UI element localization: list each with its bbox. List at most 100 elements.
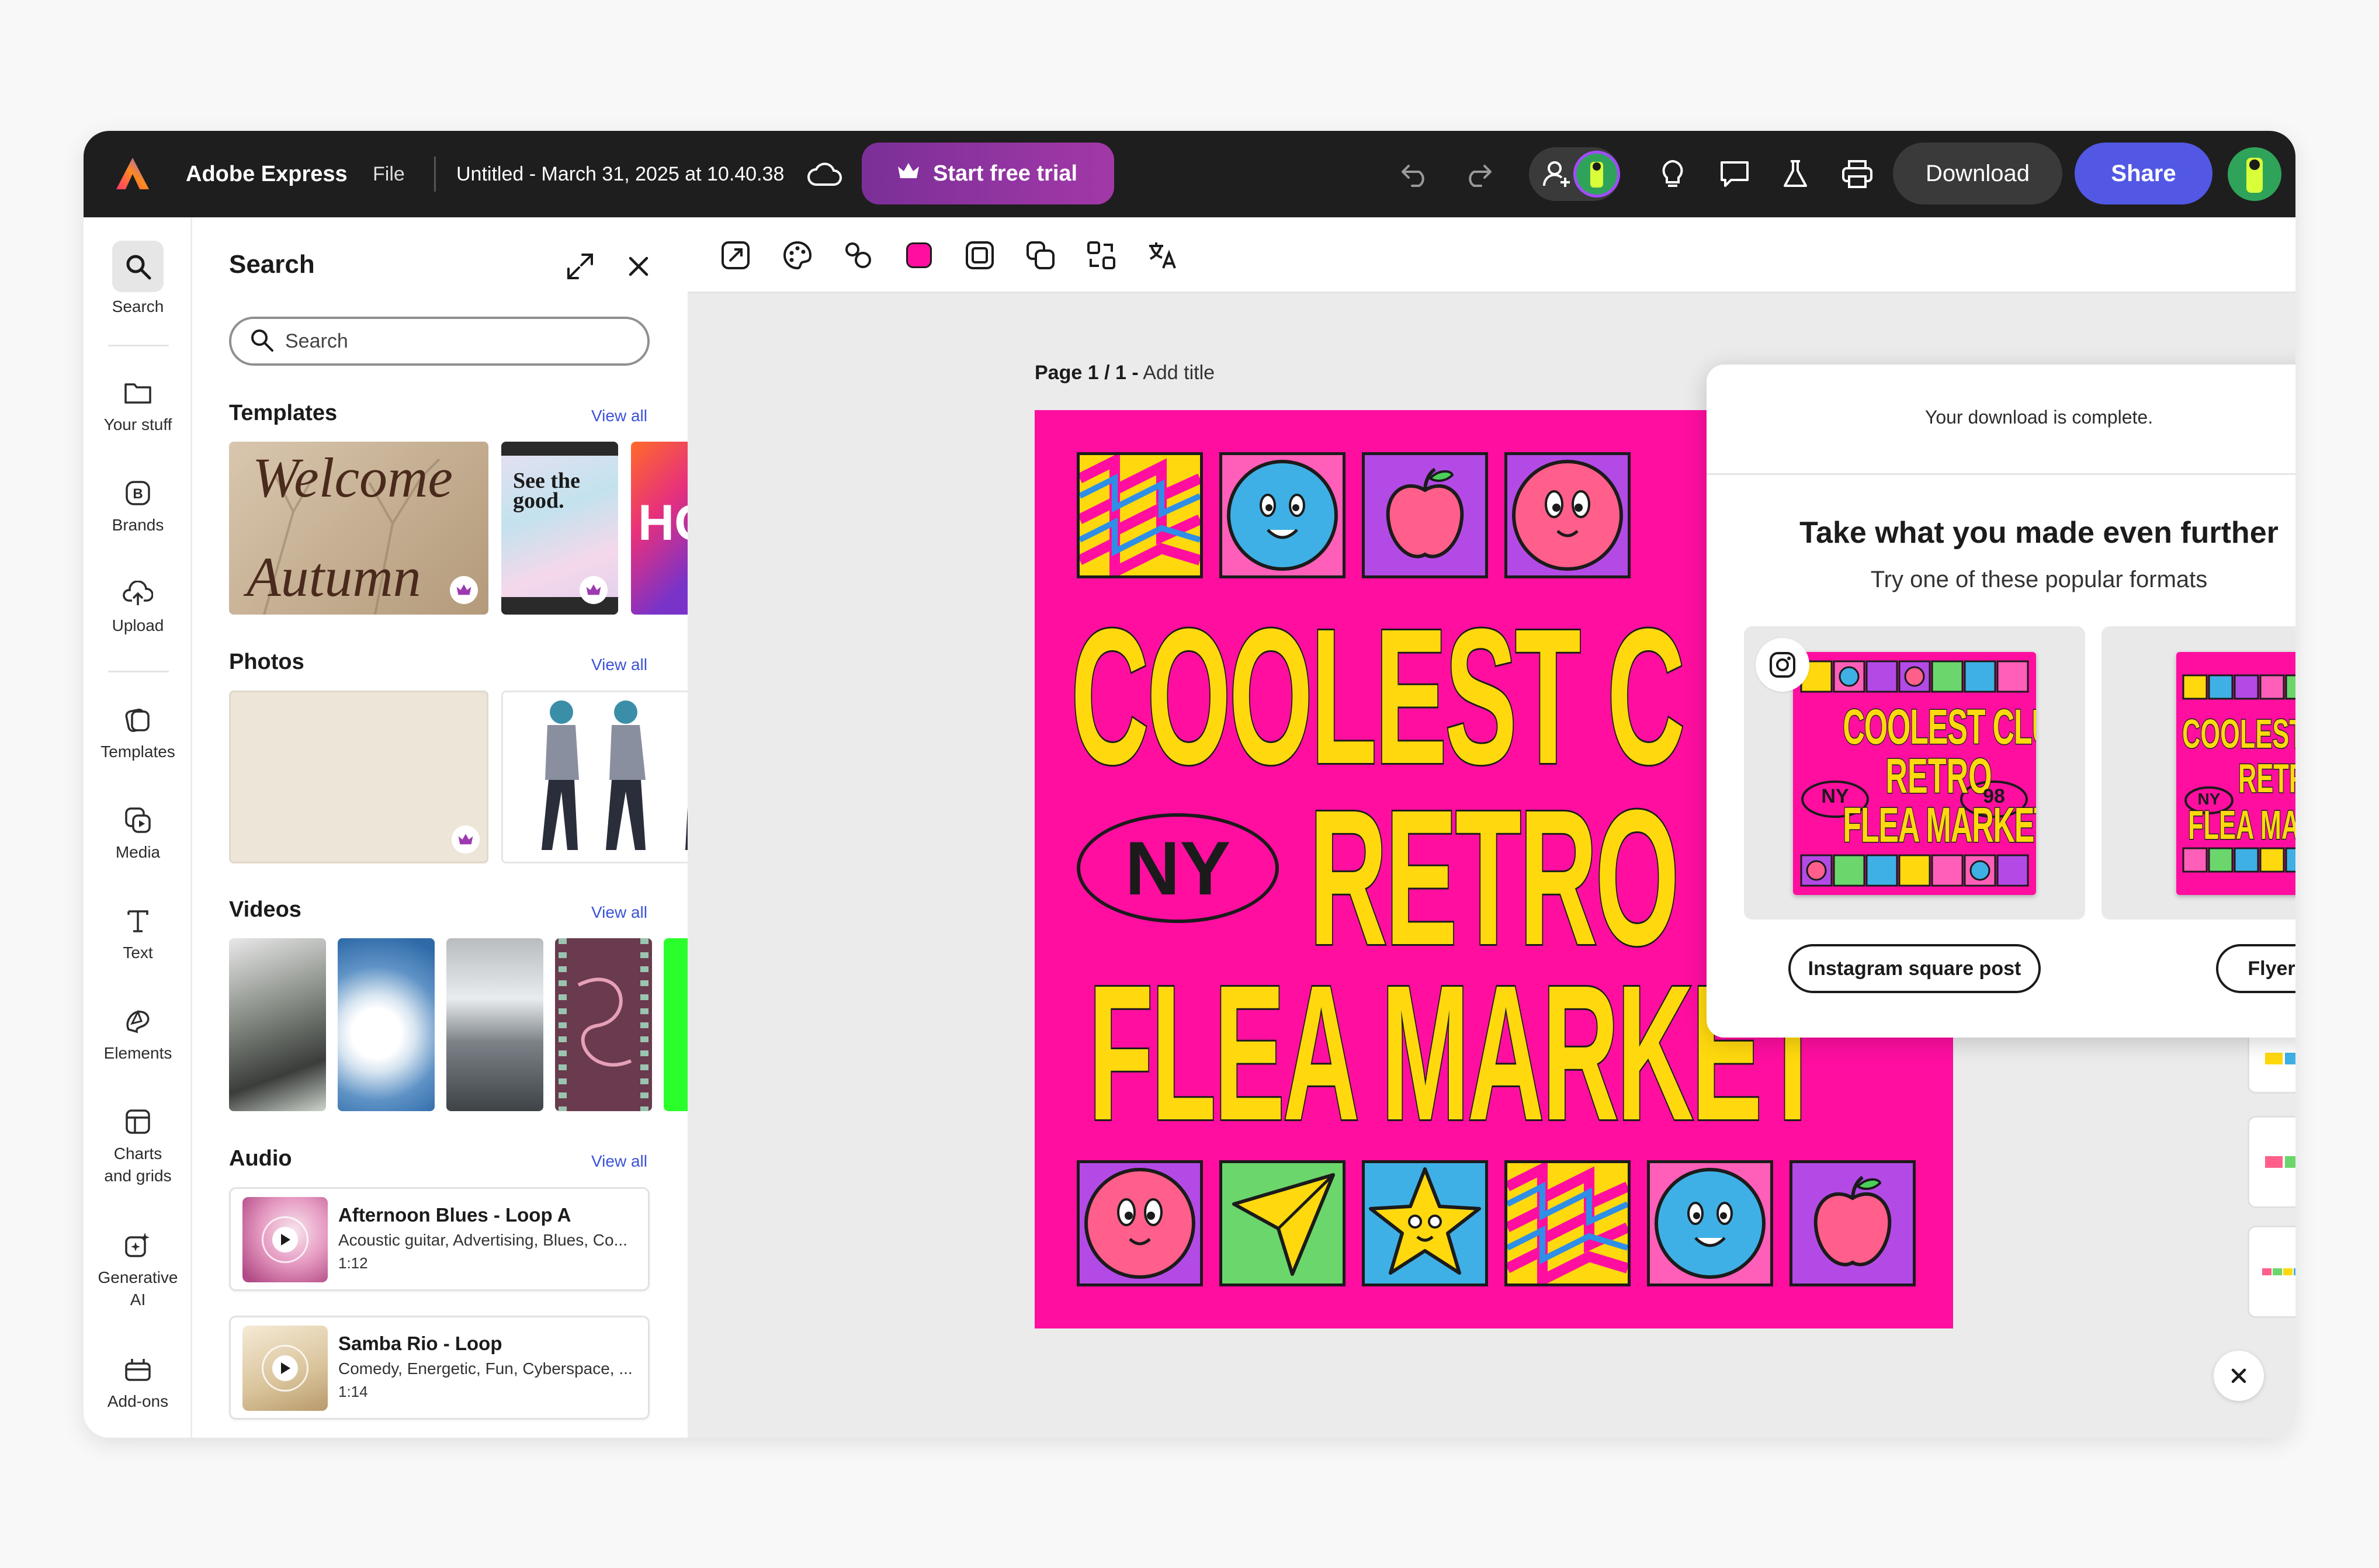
video-thumb-clouds[interactable] xyxy=(338,938,435,1111)
shape-tools-icon[interactable] xyxy=(841,238,876,273)
collaborator-avatar xyxy=(1573,151,1620,197)
charts-icon xyxy=(120,1104,155,1139)
photos-heading: Photos xyxy=(229,650,304,674)
palette-icon[interactable] xyxy=(780,238,815,273)
rail-item-add-ons[interactable]: Add-ons xyxy=(84,1352,192,1413)
invite-collaborators-button[interactable] xyxy=(1529,147,1620,201)
blue-smiley-tile xyxy=(1647,1160,1773,1286)
video-thumb-water[interactable] xyxy=(446,938,543,1111)
audio-name: Samba Rio - Loop xyxy=(338,1333,502,1354)
print-icon[interactable] xyxy=(1840,157,1875,192)
layers-icon[interactable] xyxy=(1023,238,1058,273)
videos-view-all-link[interactable]: View all xyxy=(591,903,647,922)
audio-item[interactable]: Samba Rio - Loop Comedy, Energetic, Fun,… xyxy=(229,1316,650,1420)
zigzag-tile xyxy=(1504,1160,1631,1289)
fill-color-swatch[interactable] xyxy=(901,238,937,273)
rail-item-upload[interactable]: Upload xyxy=(84,576,192,637)
user-avatar[interactable] xyxy=(2228,147,2281,201)
rail-item-brands[interactable]: B Brands xyxy=(84,476,192,536)
undo-icon[interactable] xyxy=(1398,157,1433,192)
format-preview-instagram: COOLEST CLUB NY RETRO 98 FLEA MARKET xyxy=(1793,652,2036,895)
left-rail: Search Your stuff B Brands Upload Templa… xyxy=(84,217,192,1438)
audio-item[interactable]: Afternoon Blues - Loop A Acoustic guitar… xyxy=(229,1187,650,1291)
instagram-square-post-button[interactable]: Instagram square post xyxy=(1788,944,2041,993)
rail-item-your-stuff[interactable]: Your stuff xyxy=(84,375,192,436)
audio-duration: 1:14 xyxy=(338,1383,368,1400)
document-title[interactable]: Untitled - March 31, 2025 at 10.40.38 xyxy=(456,131,784,217)
popover-subheading: Try one of these popular formats xyxy=(1870,567,2208,592)
top-bar: Adobe Express File Untitled - March 31, … xyxy=(84,131,2295,217)
popover-divider xyxy=(1707,473,2295,475)
format-preview-flyer: COOLEST CLU NY RETRO FLEA MARK xyxy=(2176,652,2295,895)
photos-view-all-link[interactable]: View all xyxy=(591,655,647,674)
search-field[interactable] xyxy=(229,317,650,366)
frame-icon[interactable] xyxy=(962,238,997,273)
lightbulb-icon[interactable] xyxy=(1655,157,1690,192)
zigzag-tile xyxy=(1077,452,1203,581)
context-toolbar xyxy=(688,217,2295,293)
rail-label: Charts and grids xyxy=(104,1144,172,1185)
rail-item-elements[interactable]: Elements xyxy=(84,1004,192,1064)
close-pages-button[interactable] xyxy=(2214,1351,2264,1401)
media-icon xyxy=(120,803,155,838)
audio-artwork xyxy=(242,1326,328,1411)
rail-label: Brands xyxy=(112,516,164,534)
replace-icon[interactable] xyxy=(1084,238,1119,273)
upload-icon xyxy=(120,576,155,611)
cloud-sync-icon[interactable] xyxy=(807,131,844,217)
rail-label: Elements xyxy=(103,1044,172,1062)
addons-icon xyxy=(120,1352,155,1387)
photo-thumb-paper-texture[interactable] xyxy=(229,691,488,863)
translate-icon[interactable] xyxy=(1145,238,1180,273)
popover-heading: Take what you made even further xyxy=(1799,516,2279,550)
text-icon xyxy=(120,903,155,938)
page-thumbnail-current[interactable]: 2 xyxy=(2248,1226,2295,1318)
page-number-label: Page 1 / 1 - xyxy=(1035,362,1139,384)
close-panel-icon[interactable] xyxy=(623,251,654,282)
rail-item-text[interactable]: Text xyxy=(84,903,192,964)
start-free-trial-button[interactable]: Start free trial xyxy=(862,143,1114,204)
template-thumb-ho[interactable]: HO xyxy=(631,442,688,615)
page-label[interactable]: Page 1 / 1 - Add title xyxy=(1035,362,1215,384)
search-input[interactable] xyxy=(285,329,612,353)
page-thumbnail[interactable] xyxy=(2248,1116,2295,1208)
video-thumb-film-strip[interactable] xyxy=(555,938,652,1111)
add-title-label[interactable]: Add title xyxy=(1143,362,1215,384)
rail-item-media[interactable]: Media xyxy=(84,803,192,863)
rail-item-templates[interactable]: Templates xyxy=(84,702,192,763)
rail-item-search[interactable]: Search xyxy=(84,241,192,318)
comment-icon[interactable] xyxy=(1717,157,1752,192)
blue-smiley-tile xyxy=(1219,452,1345,578)
video-thumb-money-counter[interactable] xyxy=(229,938,326,1111)
instagram-icon xyxy=(1756,638,1809,692)
adobe-express-logo-icon[interactable] xyxy=(114,131,154,217)
audio-view-all-link[interactable]: View all xyxy=(591,1152,647,1171)
template-thumb-welcome-autumn[interactable]: Welcome Autumn xyxy=(229,442,488,615)
labs-flask-icon[interactable] xyxy=(1778,157,1813,192)
photo-thumb-walking-person[interactable] xyxy=(501,691,688,863)
generative-ai-icon xyxy=(120,1228,155,1263)
download-button[interactable]: Download xyxy=(1893,143,2062,204)
file-menu[interactable]: File xyxy=(373,131,405,217)
share-button[interactable]: Share xyxy=(2075,143,2212,204)
rail-item-charts-and-grids[interactable]: Charts and grids xyxy=(84,1104,192,1187)
video-thumb-green-screen[interactable] xyxy=(664,938,688,1111)
rail-label: Templates xyxy=(100,743,175,761)
format-card-instagram[interactable]: COOLEST CLUB NY RETRO 98 FLEA MARKET xyxy=(1744,626,2085,920)
resize-icon[interactable] xyxy=(718,238,753,273)
play-icon[interactable] xyxy=(272,1227,298,1253)
flyer-button[interactable]: Flyer xyxy=(2216,944,2295,993)
templates-view-all-link[interactable]: View all xyxy=(591,407,647,425)
audio-heading: Audio xyxy=(229,1146,292,1171)
rail-label: Your stuff xyxy=(103,415,172,433)
rail-label: Upload xyxy=(112,616,164,634)
redo-icon[interactable] xyxy=(1460,157,1495,192)
rail-item-generative-ai[interactable]: Generative AI xyxy=(84,1228,192,1311)
format-card-flyer[interactable]: COOLEST CLU NY RETRO FLEA MARK xyxy=(2101,626,2295,920)
expand-icon[interactable] xyxy=(565,251,595,282)
template-thumb-see-the-good[interactable]: See the good. xyxy=(501,442,618,615)
template-see-good-text: See the good. xyxy=(513,469,581,513)
poster-ny-oval[interactable]: NY xyxy=(1077,813,1279,923)
videos-heading: Videos xyxy=(229,897,301,922)
play-icon[interactable] xyxy=(272,1355,298,1381)
